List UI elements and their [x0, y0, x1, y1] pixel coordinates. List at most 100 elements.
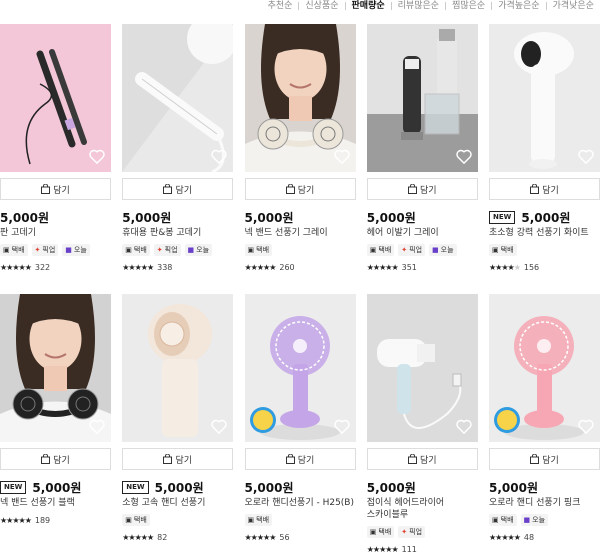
sort-option[interactable]: 찜많은순 [446, 1, 491, 11]
product-card[interactable]: 담기 NEW 5,000원 초소형 강력 선풍기 화이트 ▣ 택배 ★★★★★ … [489, 24, 600, 294]
product-name[interactable]: 넥 밴드 선풍기 그레이 [245, 227, 356, 239]
delivery-tag-label: 택배 [133, 246, 147, 254]
delivery-tag: ✦ 픽업 [398, 244, 426, 256]
product-name[interactable]: 오로라 핸디 선풍기 핑크 [489, 497, 600, 509]
product-image[interactable] [0, 24, 111, 172]
add-to-cart-button[interactable]: 담기 [122, 178, 234, 200]
product-card[interactable]: 담기 NEW 5,000원 넥 밴드 선풍기 블랙 ★★★★★ 189 [0, 294, 111, 555]
add-to-cart-button[interactable]: 담기 [0, 178, 111, 200]
product-image[interactable] [244, 24, 356, 172]
product-name[interactable]: 휴대용 판&봉 고데기 [122, 227, 233, 239]
star-half-icon: ★ [24, 515, 32, 525]
product-image[interactable] [366, 294, 478, 442]
product-name[interactable]: 소형 고속 핸디 선풍기 [122, 497, 233, 509]
delivery-tag-label: 픽업 [164, 246, 178, 254]
product-image[interactable] [244, 294, 356, 442]
add-to-cart-button[interactable]: 담기 [0, 448, 111, 470]
product-image[interactable] [489, 24, 600, 172]
shopping-bag-icon [407, 454, 417, 464]
shopping-bag-icon [41, 454, 51, 464]
product-card[interactable]: 담기 NEW 5,000원 소형 고속 핸디 선풍기 ▣ 택배 ★★★★★ 82 [122, 294, 234, 555]
product-card[interactable]: 담기 5,000원 헤어 이발기 그레이 ▣ 택배 ✦ 픽업 ■ 오늘 ★★★★… [366, 24, 478, 294]
sort-option[interactable]: 리뷰많은순 [392, 1, 445, 11]
product-price: 5,000원 [32, 480, 82, 495]
add-to-cart-button[interactable]: 담기 [366, 448, 478, 470]
heart-icon[interactable] [211, 419, 227, 434]
product-card[interactable]: 담기 5,000원 접이식 헤어드라이어 스카이블루 ▣ 택배 ✦ 픽업 ★★★… [366, 294, 478, 555]
sort-option[interactable]: 가격높은순 [492, 1, 545, 11]
rating-stars: ★★★★★ [367, 262, 399, 272]
heart-icon[interactable] [333, 149, 350, 164]
truck-icon: ▣ [247, 516, 255, 524]
heart-icon[interactable] [456, 149, 472, 164]
delivery-tag: ✦ 픽업 [153, 244, 181, 256]
product-name[interactable]: 판 고데기 [0, 227, 111, 239]
sort-option[interactable]: 판매량순 [346, 1, 391, 11]
star-half-icon: ★ [146, 262, 154, 272]
sort-option[interactable]: 신상품순 [299, 1, 344, 11]
product-card[interactable]: 담기 5,000원 오로라 핸디 선풍기 핑크 ▣ 택배 ■ 오늘 ★★★★★ … [489, 294, 600, 555]
product-rating: ★★★★★ 111 [367, 544, 478, 554]
shopping-bag-icon [163, 184, 173, 194]
product-name[interactable]: 넥 밴드 선풍기 블랙 [0, 497, 111, 509]
product-rating: ★★★★★ 322 [0, 262, 111, 272]
review-count: 351 [401, 262, 417, 272]
star-half-icon: ★ [269, 262, 276, 272]
product-image[interactable] [122, 294, 234, 442]
product-image[interactable] [0, 294, 111, 442]
heart-icon[interactable] [456, 419, 472, 434]
product-name-line2[interactable]: 스카이블루 [367, 509, 478, 521]
review-count: 322 [34, 262, 51, 272]
truck-icon: ▣ [369, 246, 377, 254]
product-name[interactable]: 오로라 핸디선풍기 - H25(B) [245, 497, 356, 509]
add-to-cart-button[interactable]: 담기 [244, 448, 356, 470]
heart-icon[interactable] [89, 419, 105, 434]
heart-icon[interactable] [89, 149, 105, 164]
heart-icon[interactable] [333, 419, 350, 434]
rating-stars: ★★★★★ [122, 533, 154, 542]
product-name[interactable]: 초소형 강력 선풍기 화이트 [489, 227, 600, 239]
product-rating: ★★★★★ 189 [0, 515, 111, 525]
add-to-cart-button[interactable]: 담기 [122, 448, 234, 470]
delivery-tag-label: 오늘 [73, 246, 87, 254]
add-to-cart-button[interactable]: 담기 [244, 178, 356, 200]
review-count: 189 [34, 515, 51, 525]
delivery-tag-label: 택배 [256, 246, 270, 254]
product-image[interactable] [366, 24, 478, 172]
delivery-tag-label: 택배 [378, 246, 392, 254]
product-card[interactable]: 담기 5,000원 판 고데기 ▣ 택배 ✦ 픽업 ■ 오늘 ★★★★★ 322 [0, 24, 111, 294]
product-price: 5,000원 [244, 480, 294, 495]
product-card[interactable]: 담기 5,000원 휴대용 판&봉 고데기 ▣ 택배 ✦ 픽업 ■ 오늘 ★★★… [122, 24, 234, 294]
sort-option[interactable]: 가격낮은순 [547, 1, 600, 11]
truck-icon: ▣ [492, 516, 499, 524]
add-to-cart-button[interactable]: 담기 [489, 178, 600, 200]
delivery-tag-label: 택배 [378, 528, 392, 536]
product-image[interactable] [122, 24, 234, 172]
heart-icon[interactable] [211, 149, 227, 164]
shopping-bag-icon [163, 454, 173, 464]
delivery-tag: ■ 오늘 [62, 244, 90, 256]
product-card[interactable]: 담기 5,000원 오로라 핸디선풍기 - H25(B) ▣ 택배 ★★★★★ … [244, 294, 356, 555]
star-half-icon: ★ [24, 262, 32, 272]
add-to-cart-button[interactable]: 담기 [489, 448, 600, 470]
add-to-cart-label: 담기 [419, 185, 437, 196]
delivery-tag: ▣ 택배 [489, 244, 517, 256]
add-to-cart-button[interactable]: 담기 [366, 178, 478, 200]
sort-option[interactable]: 추천순 [262, 1, 299, 11]
shopping-bag-icon [41, 184, 51, 194]
product-rating: ★★★★★ 156 [489, 262, 600, 272]
add-to-cart-label: 담기 [53, 185, 70, 196]
review-count: 48 [523, 532, 535, 542]
product-name[interactable]: 헤어 이발기 그레이 [367, 227, 478, 239]
product-card[interactable]: 담기 5,000원 넥 밴드 선풍기 그레이 ▣ 택배 ★★★★★ 260 [244, 24, 356, 294]
heart-icon[interactable] [578, 149, 594, 164]
product-rating: ★★★★★ 82 [122, 532, 233, 542]
product-grid: 담기 5,000원 판 고데기 ▣ 택배 ✦ 픽업 ■ 오늘 ★★★★★ 322 [0, 24, 600, 555]
product-image[interactable] [489, 294, 600, 442]
heart-icon[interactable] [578, 419, 594, 434]
product-name[interactable]: 접이식 헤어드라이어 [367, 497, 478, 509]
star-half-icon: ★ [391, 262, 398, 272]
today-icon: ■ [523, 516, 531, 524]
product-rating: ★★★★★ 48 [489, 532, 600, 542]
delivery-tag: ✦ 픽업 [31, 244, 59, 256]
